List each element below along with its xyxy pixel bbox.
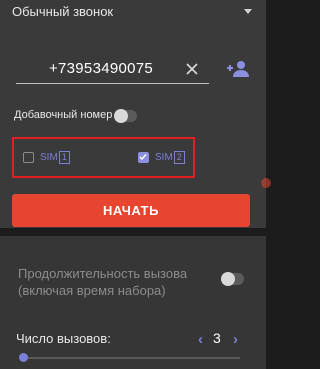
edge-indicator <box>261 178 271 188</box>
checkmark-icon <box>139 154 147 161</box>
sim-2-option[interactable]: SIM 2 <box>138 151 185 164</box>
sim-2-text: SIM <box>155 152 173 163</box>
chevron-left-icon[interactable]: ‹ <box>198 331 203 348</box>
start-button[interactable]: НАЧАТЬ <box>12 194 250 227</box>
call-type-dropdown[interactable]: Обычный звонок <box>12 4 113 19</box>
call-settings-panel: Обычный звонок +73953490075 Добавочный н… <box>0 0 266 228</box>
calls-slider-thumb[interactable] <box>19 353 28 362</box>
sim-1-option[interactable]: SIM 1 <box>23 151 70 164</box>
extension-toggle[interactable] <box>114 109 137 123</box>
sim-1-checkbox[interactable] <box>23 152 34 163</box>
calls-count-value: 3 <box>213 330 221 346</box>
clear-icon[interactable] <box>185 62 199 76</box>
call-options-panel <box>0 236 266 369</box>
sim-selection-highlight: SIM 1 SIM 2 <box>12 137 195 178</box>
extension-toggle-knob <box>114 109 128 123</box>
phone-number-input[interactable]: +73953490075 <box>36 60 166 77</box>
extension-label: Добавочный номер <box>14 109 113 121</box>
sim-1-text: SIM <box>40 152 58 163</box>
sim-2-checkbox[interactable] <box>138 152 149 163</box>
duration-label: Продолжительность вызова (включая время … <box>18 266 188 298</box>
chevron-down-icon[interactable] <box>244 9 252 14</box>
duration-toggle[interactable] <box>221 272 244 286</box>
calls-slider-track[interactable] <box>24 357 240 359</box>
calls-count-label: Число вызовов: <box>16 331 111 346</box>
chevron-right-icon[interactable]: › <box>233 331 238 348</box>
duration-toggle-knob <box>221 272 235 286</box>
sim-1-number: 1 <box>58 151 70 164</box>
sim-1-label: SIM 1 <box>40 151 70 164</box>
sim-2-number: 2 <box>173 151 185 164</box>
add-contact-icon[interactable] <box>226 60 250 78</box>
sim-2-label: SIM 2 <box>155 151 185 164</box>
phone-input-underline <box>16 83 209 84</box>
